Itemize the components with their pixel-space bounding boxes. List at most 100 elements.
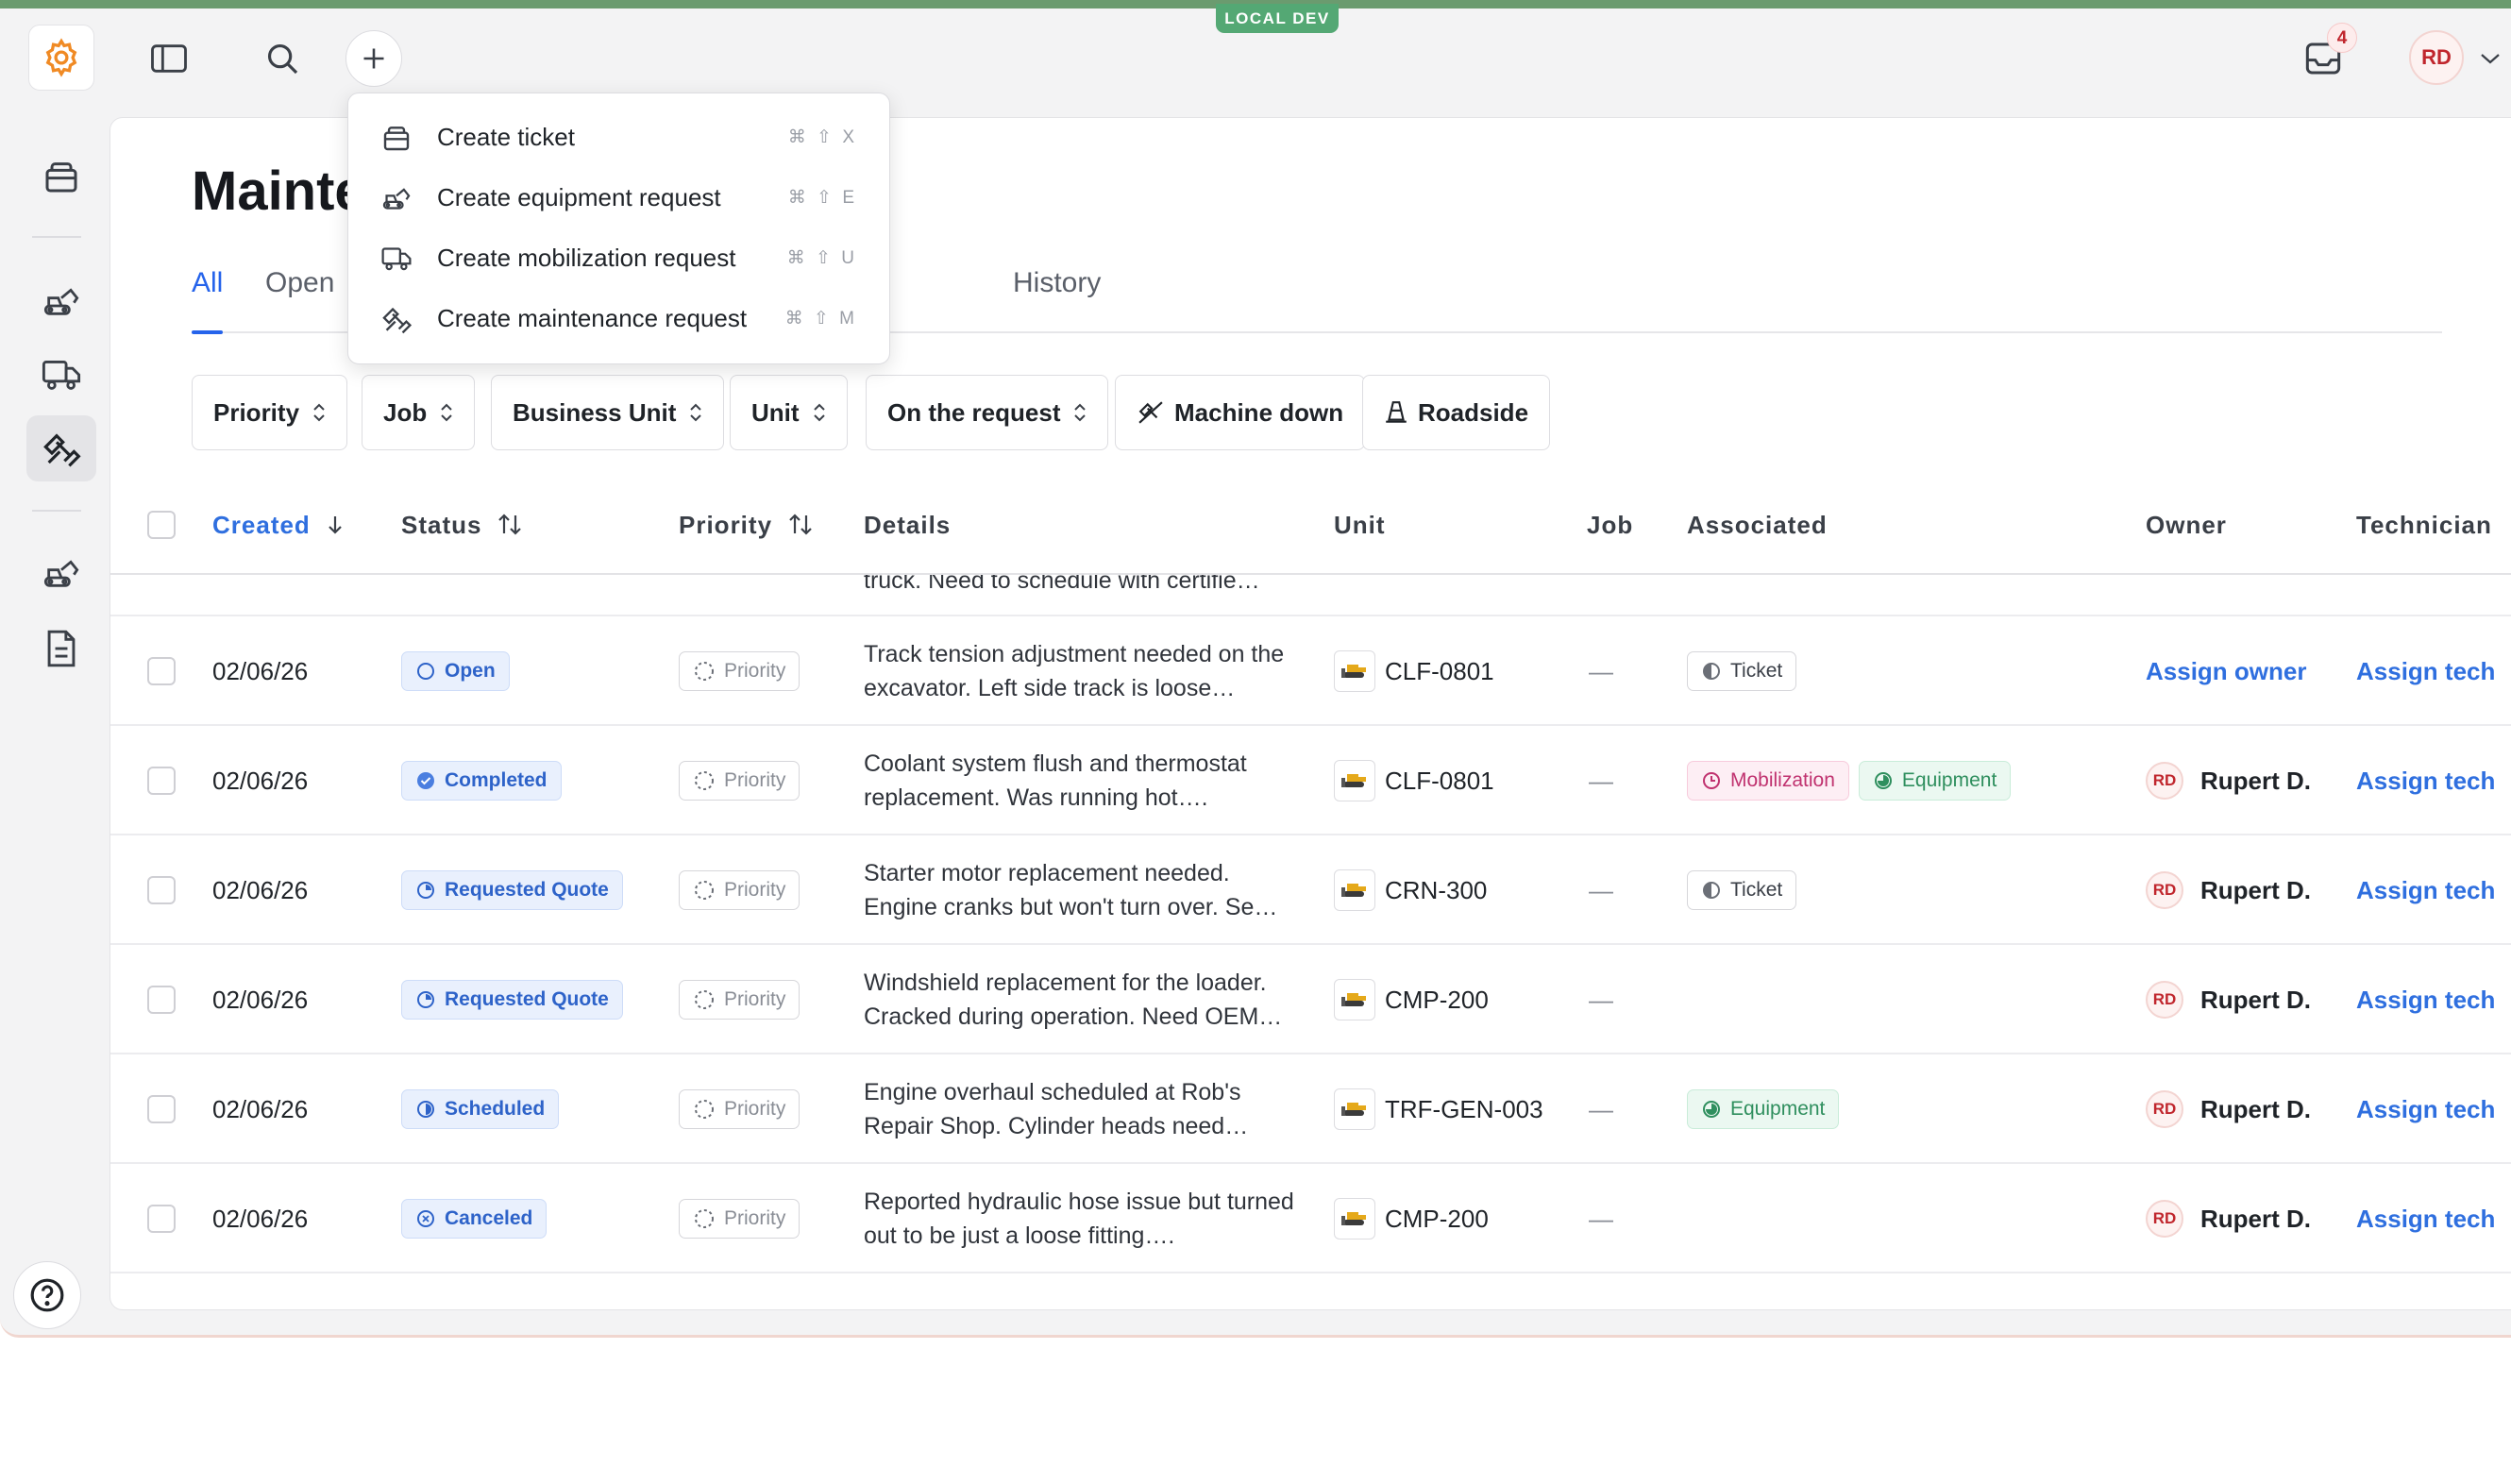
user-avatar[interactable]: RD	[2409, 30, 2464, 85]
status-open-icon	[417, 663, 434, 680]
row-owner[interactable]: RD Rupert D.	[2146, 945, 2311, 1054]
column-status[interactable]: Status	[401, 477, 523, 573]
sidebar-toggle-button[interactable]	[140, 32, 198, 85]
menu-item-create-ticket[interactable]: Create ticket ⌘ ⇧ X	[348, 107, 889, 167]
table-row[interactable]: 02/06/26 Requested Quote Priority Starte…	[110, 835, 2511, 945]
assign-owner-link[interactable]: Assign owner	[2146, 616, 2306, 726]
assign-tech-link[interactable]: Assign tech	[2356, 616, 2495, 726]
row-checkbox[interactable]	[147, 1095, 176, 1123]
filter-machine-down[interactable]: Machine down	[1115, 375, 1366, 450]
priority-badge[interactable]: Priority	[679, 980, 800, 1020]
row-owner[interactable]: RD Rupert D.	[2146, 1054, 2311, 1164]
menu-item-create-mobilization-request[interactable]: Create mobilization request ⌘ ⇧ U	[348, 228, 889, 288]
help-button[interactable]	[13, 1261, 81, 1329]
row-priority[interactable]: Priority	[679, 1054, 800, 1164]
table-row[interactable]: 02/06/26 Scheduled Priority Engine overh…	[110, 1054, 2511, 1164]
row-priority[interactable]: Priority	[679, 726, 800, 835]
assign-tech-link[interactable]: Assign tech	[2356, 1164, 2495, 1273]
select-all-checkbox[interactable]	[147, 511, 176, 539]
tab-open[interactable]: Open	[265, 258, 334, 331]
nav-equipment[interactable]	[26, 268, 96, 334]
column-created[interactable]: Created	[212, 477, 345, 573]
sidebar-icon	[151, 44, 187, 73]
row-checkbox[interactable]	[147, 1205, 176, 1233]
table-row[interactable]: 02/06/26 Open Priority Track tension adj…	[110, 616, 2511, 726]
filter-job[interactable]: Job	[362, 375, 476, 450]
help-icon	[30, 1278, 64, 1312]
filter-roadside[interactable]: Roadside	[1362, 375, 1551, 450]
row-checkbox[interactable]	[147, 767, 176, 795]
row-owner[interactable]: RD Rupert D.	[2146, 1164, 2311, 1273]
tab-history[interactable]: History	[1013, 258, 1101, 331]
owner-avatar: RD	[2146, 871, 2183, 909]
table-row-partial[interactable]: truck. Need to schedule with certifie…	[110, 575, 2511, 616]
nav-mobilization[interactable]	[26, 342, 96, 408]
filter-label: Business Unit	[513, 397, 677, 427]
nav-tickets[interactable]	[26, 143, 96, 210]
tab-all[interactable]: All	[192, 258, 224, 334]
menu-item-create-equipment-request[interactable]: Create equipment request ⌘ ⇧ E	[348, 167, 889, 228]
nav-maintenance[interactable]	[26, 415, 96, 481]
row-unit[interactable]: CMP-200	[1334, 945, 1489, 1054]
row-owner[interactable]: RD Rupert D.	[2146, 726, 2311, 835]
row-checkbox[interactable]	[147, 876, 176, 904]
progress-circle-icon	[1703, 1101, 1720, 1118]
check-circle-icon	[417, 772, 434, 789]
create-button[interactable]	[345, 30, 402, 87]
assign-tech-link[interactable]: Assign tech	[2356, 726, 2495, 835]
column-details: Details	[864, 510, 952, 539]
row-checkbox[interactable]	[147, 986, 176, 1014]
column-owner: Owner	[2146, 510, 2227, 539]
assign-tech-link[interactable]: Assign tech	[2356, 835, 2495, 945]
menu-item-create-maintenance-request[interactable]: Create maintenance request ⌘ ⇧ M	[348, 288, 889, 348]
ticket-icon	[45, 162, 77, 193]
associated-equipment-tag[interactable]: Equipment	[1687, 1089, 1840, 1129]
table-row[interactable]: 02/06/26 Canceled Priority Reported hydr…	[110, 1164, 2511, 1273]
table-row-partial[interactable]	[110, 1273, 2511, 1309]
filter-unit[interactable]: Unit	[730, 375, 848, 450]
row-owner[interactable]: RD Rupert D.	[2146, 835, 2311, 945]
filter-priority[interactable]: Priority	[192, 375, 348, 450]
row-checkbox[interactable]	[147, 657, 176, 685]
row-priority[interactable]: Priority	[679, 1164, 800, 1273]
sort-icon	[497, 513, 523, 537]
priority-badge[interactable]: Priority	[679, 761, 800, 801]
row-status: Requested Quote	[401, 835, 623, 945]
priority-badge[interactable]: Priority	[679, 651, 800, 691]
row-job: —	[1589, 1094, 1613, 1123]
priority-badge[interactable]: Priority	[679, 1199, 800, 1239]
column-priority[interactable]: Priority	[679, 477, 814, 573]
row-unit[interactable]: TRF-GEN-003	[1334, 1054, 1543, 1164]
associated-equipment-tag[interactable]: Equipment	[1858, 761, 2012, 801]
row-priority[interactable]: Priority	[679, 835, 800, 945]
assign-tech-link[interactable]: Assign tech	[2356, 1054, 2495, 1164]
row-created: 02/06/26	[212, 985, 309, 1014]
menu-item-label: Create ticket	[437, 122, 575, 151]
filter-on-the-request[interactable]: On the request	[866, 375, 1109, 450]
priority-dashed-circle-icon	[695, 1209, 714, 1228]
table-row[interactable]: 02/06/26 Completed Priority Coolant syst…	[110, 726, 2511, 835]
filter-business-unit[interactable]: Business Unit	[491, 375, 725, 450]
progress-circle-icon	[1874, 772, 1892, 789]
table-row[interactable]: 02/06/26 Requested Quote Priority Windsh…	[110, 945, 2511, 1054]
row-unit[interactable]: CMP-200	[1334, 1164, 1489, 1273]
assign-tech-link[interactable]: Assign tech	[2356, 945, 2495, 1054]
row-job: —	[1589, 1204, 1613, 1233]
search-button[interactable]	[253, 32, 312, 85]
column-label: Status	[401, 510, 482, 539]
nav-fleet[interactable]	[26, 540, 96, 606]
nav-documents[interactable]	[26, 616, 96, 682]
app-logo-button[interactable]	[28, 25, 94, 91]
associated-ticket-tag[interactable]: Ticket	[1687, 651, 1797, 691]
associated-ticket-tag[interactable]: Ticket	[1687, 870, 1797, 910]
priority-badge[interactable]: Priority	[679, 1089, 800, 1129]
row-unit[interactable]: CLF-0801	[1334, 616, 1494, 726]
bulldozer-icon	[1334, 760, 1375, 801]
row-unit[interactable]: CRN-300	[1334, 835, 1487, 945]
user-menu-button[interactable]	[2471, 42, 2509, 76]
row-priority[interactable]: Priority	[679, 945, 800, 1054]
row-unit[interactable]: CLF-0801	[1334, 726, 1494, 835]
priority-badge[interactable]: Priority	[679, 870, 800, 910]
associated-mobilization-tag[interactable]: Mobilization	[1687, 761, 1849, 801]
row-priority[interactable]: Priority	[679, 616, 800, 726]
